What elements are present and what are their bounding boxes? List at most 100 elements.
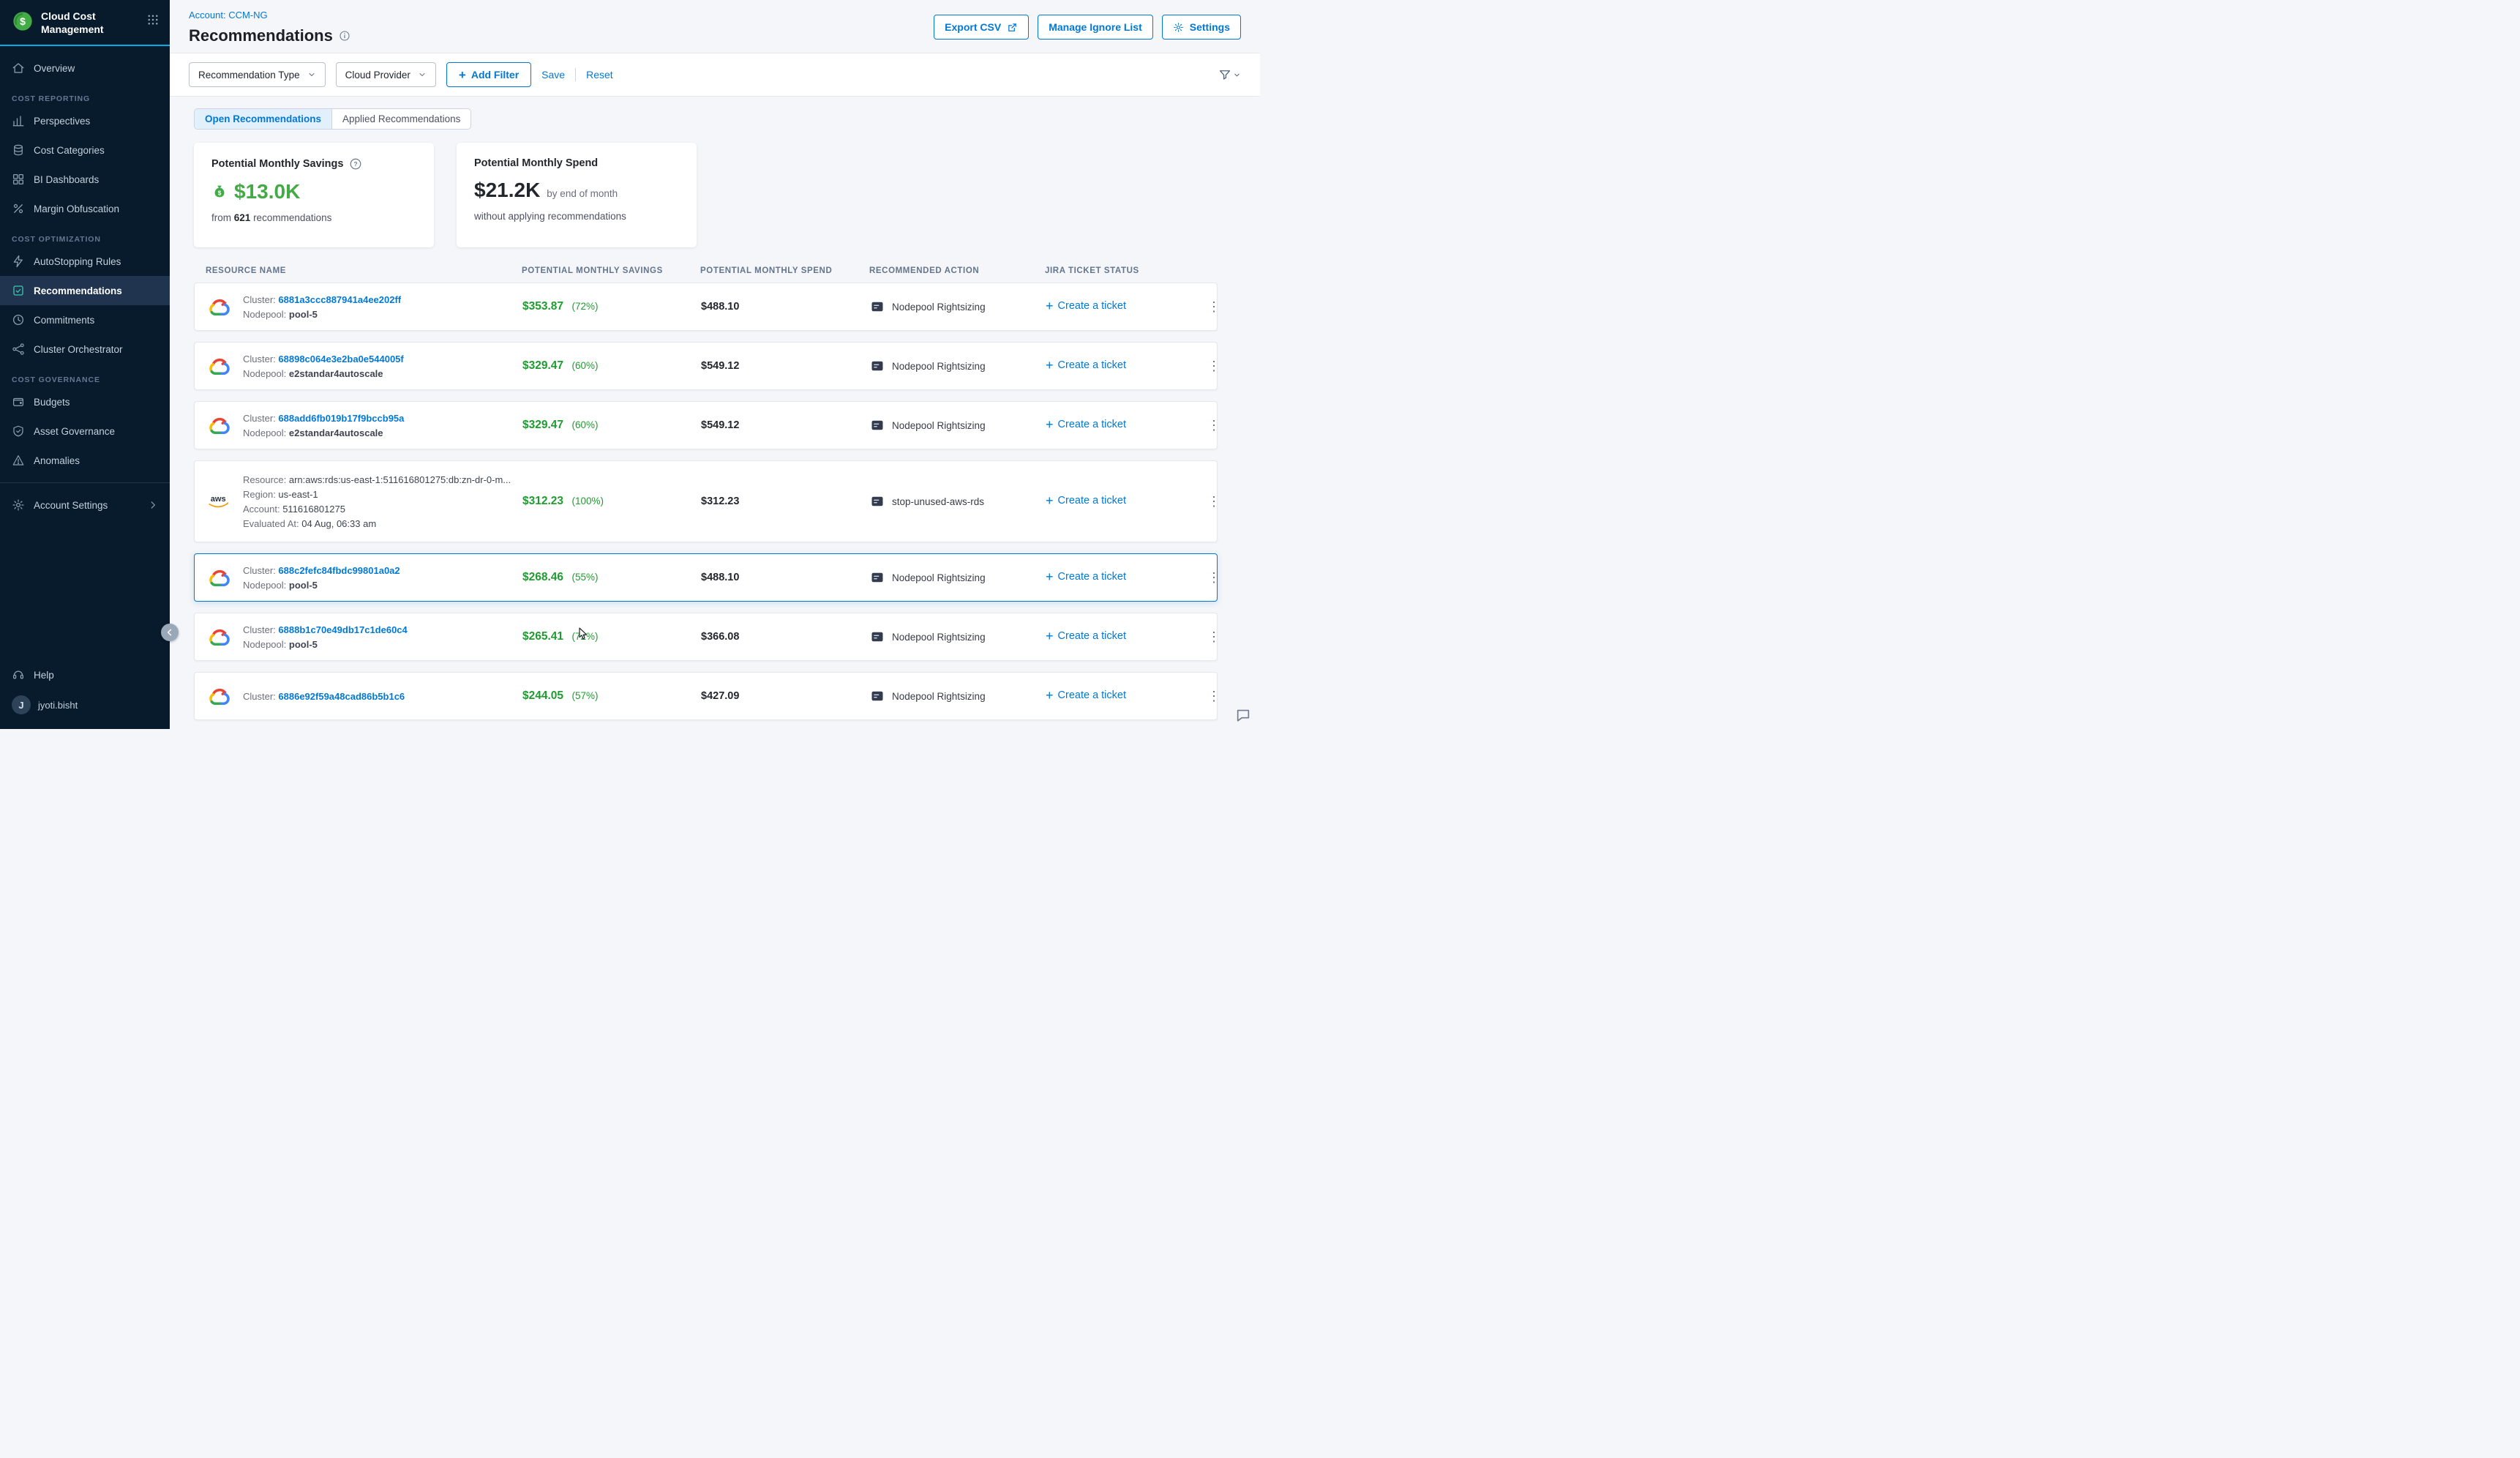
sidebar-item-label: Perspectives bbox=[34, 116, 90, 127]
jira-cell: + Create a ticket bbox=[1046, 494, 1198, 509]
sidebar-item-label: Help bbox=[34, 670, 54, 681]
create-ticket-link[interactable]: + Create a ticket bbox=[1046, 689, 1126, 702]
sidebar-item-budgets[interactable]: Budgets bbox=[0, 387, 170, 416]
tab-applied-recommendations[interactable]: Applied Recommendations bbox=[332, 109, 470, 129]
action-label: stop-unused-aws-rds bbox=[892, 496, 984, 507]
sidebar-collapse-button[interactable] bbox=[161, 624, 179, 641]
chat-icon[interactable] bbox=[1235, 707, 1251, 723]
sidebar-item-label: Asset Governance bbox=[34, 426, 115, 437]
resource-cell: aws Resource: arn:aws:rds:us-east-1:5116… bbox=[206, 474, 522, 529]
resource-lines: Cluster: 688add6fb019b17f9bccb95aNodepoo… bbox=[243, 413, 404, 438]
sidebar-item-cost-categories[interactable]: Cost Categories bbox=[0, 135, 170, 165]
chevron-down-icon bbox=[307, 70, 316, 79]
table-row[interactable]: Cluster: 68898c064e3e2ba0e544005fNodepoo… bbox=[194, 342, 1218, 390]
create-ticket-link[interactable]: + Create a ticket bbox=[1046, 629, 1126, 643]
potential-monthly-spend-card: Potential Monthly Spend $21.2K by end of… bbox=[457, 143, 697, 247]
row-menu-button[interactable]: ⋮ bbox=[1198, 359, 1230, 374]
sidebar-item-perspectives[interactable]: Perspectives bbox=[0, 106, 170, 135]
add-filter-button[interactable]: + Add Filter bbox=[446, 62, 531, 87]
tab-open-recommendations[interactable]: Open Recommendations bbox=[195, 109, 332, 129]
savings-cell: $265.41 (72%) bbox=[522, 630, 701, 643]
savings-percent: (60%) bbox=[571, 360, 598, 371]
table-row[interactable]: Cluster: 6888b1c70e49db17c1de60c4Nodepoo… bbox=[194, 613, 1218, 661]
action-label: Nodepool Rightsizing bbox=[892, 691, 986, 702]
spend-value: $488.10 bbox=[701, 572, 870, 583]
reset-filter-button[interactable]: Reset bbox=[586, 69, 613, 81]
row-menu-button[interactable]: ⋮ bbox=[1198, 689, 1230, 704]
resource-id-link[interactable]: 6886e92f59a48cad86b5b1c6 bbox=[278, 691, 405, 702]
create-ticket-link[interactable]: + Create a ticket bbox=[1046, 570, 1126, 583]
jira-cell: + Create a ticket bbox=[1046, 689, 1198, 703]
manage-ignore-list-button[interactable]: Manage Ignore List bbox=[1038, 15, 1153, 40]
resource-id-link[interactable]: 6881a3ccc887941a4ee202ff bbox=[278, 294, 401, 305]
savings-percent: (72%) bbox=[571, 301, 598, 312]
table-row[interactable]: Cluster: 688c2fefc84fbdc99801a0a2Nodepoo… bbox=[194, 553, 1218, 602]
sidebar-item-recommendations[interactable]: Recommendations bbox=[0, 276, 170, 305]
sidebar-item-anomalies[interactable]: Anomalies bbox=[0, 446, 170, 475]
export-csv-button[interactable]: Export CSV bbox=[934, 15, 1029, 40]
create-ticket-label: Create a ticket bbox=[1058, 571, 1127, 583]
row-menu-button[interactable]: ⋮ bbox=[1198, 570, 1230, 586]
table-row[interactable]: Cluster: 6886e92f59a48cad86b5b1c6 $244.0… bbox=[194, 672, 1218, 720]
savings-value: $329.47 bbox=[522, 359, 563, 372]
create-ticket-link[interactable]: + Create a ticket bbox=[1046, 418, 1126, 431]
table-row[interactable]: Cluster: 688add6fb019b17f9bccb95aNodepoo… bbox=[194, 401, 1218, 449]
savings-value: $13.0K bbox=[234, 180, 300, 203]
sidebar-item-commitments[interactable]: Commitments bbox=[0, 305, 170, 334]
savings-percent: (55%) bbox=[571, 572, 598, 583]
resource-id-link[interactable]: 688add6fb019b17f9bccb95a bbox=[278, 413, 404, 424]
sidebar-item-asset-governance[interactable]: Asset Governance bbox=[0, 416, 170, 446]
settings-button[interactable]: Settings bbox=[1162, 15, 1241, 40]
chevron-down-icon bbox=[1233, 71, 1241, 79]
svg-text:$: $ bbox=[20, 15, 26, 27]
filter-bar: Recommendation Type Cloud Provider + Add… bbox=[170, 53, 1260, 97]
row-menu-button[interactable]: ⋮ bbox=[1198, 418, 1230, 433]
money-bag-icon: $ bbox=[211, 184, 228, 200]
table-header: RESOURCE NAMEPOTENTIAL MONTHLY SAVINGSPO… bbox=[194, 266, 1218, 275]
sidebar-item-overview[interactable]: Overview bbox=[0, 53, 170, 83]
row-menu-button[interactable]: ⋮ bbox=[1198, 494, 1230, 509]
info-icon[interactable] bbox=[339, 30, 350, 42]
create-ticket-link[interactable]: + Create a ticket bbox=[1046, 494, 1126, 507]
savings-value: $329.47 bbox=[522, 419, 563, 431]
sidebar-item-autostopping-rules[interactable]: AutoStopping Rules bbox=[0, 247, 170, 276]
sidebar-item-bi-dashboards[interactable]: BI Dashboards bbox=[0, 165, 170, 194]
spend-value: $427.09 bbox=[701, 690, 870, 702]
sidebar-item-help[interactable]: Help bbox=[0, 660, 170, 689]
resource-id-link[interactable]: 6888b1c70e49db17c1de60c4 bbox=[278, 624, 407, 635]
save-filter-button[interactable]: Save bbox=[541, 69, 565, 81]
create-ticket-link[interactable]: + Create a ticket bbox=[1046, 299, 1126, 313]
gcp-icon bbox=[206, 687, 233, 706]
create-ticket-link[interactable]: + Create a ticket bbox=[1046, 359, 1126, 372]
apps-grid-icon[interactable] bbox=[146, 13, 160, 26]
row-menu-button[interactable]: ⋮ bbox=[1198, 299, 1230, 315]
spend-value: $366.08 bbox=[701, 631, 870, 643]
cloud-provider-dropdown[interactable]: Cloud Provider bbox=[336, 62, 436, 87]
recommendation-type-dropdown[interactable]: Recommendation Type bbox=[189, 62, 326, 87]
resource-id-link[interactable]: 688c2fefc84fbdc99801a0a2 bbox=[278, 565, 400, 576]
sidebar-item-label: Margin Obfuscation bbox=[34, 203, 119, 214]
action-label: Nodepool Rightsizing bbox=[892, 361, 986, 372]
action-icon bbox=[870, 418, 885, 433]
table-row[interactable]: Cluster: 6881a3ccc887941a4ee202ffNodepoo… bbox=[194, 283, 1218, 331]
filter-panel-toggle[interactable] bbox=[1218, 68, 1241, 81]
sidebar-item-account-settings[interactable]: Account Settings bbox=[0, 490, 170, 520]
column-header: JIRA TICKET STATUS bbox=[1045, 266, 1197, 275]
resource-id-link[interactable]: 68898c064e3e2ba0e544005f bbox=[278, 354, 403, 364]
chevron-left-icon bbox=[165, 627, 175, 638]
action-label: Nodepool Rightsizing bbox=[892, 572, 986, 583]
savings-cell: $244.05 (57%) bbox=[522, 689, 701, 703]
sidebar-item-cluster-orchestrator[interactable]: Cluster Orchestrator bbox=[0, 334, 170, 364]
row-menu-button[interactable]: ⋮ bbox=[1198, 629, 1230, 645]
spend-value: $21.2K bbox=[474, 179, 540, 202]
sidebar-item-margin-obfuscation[interactable]: Margin Obfuscation bbox=[0, 194, 170, 223]
account-breadcrumb[interactable]: Account: CCM-NG bbox=[189, 10, 268, 20]
question-circle-icon[interactable]: ? bbox=[349, 157, 362, 171]
sidebar-item-label: BI Dashboards bbox=[34, 174, 99, 185]
user-menu[interactable]: J jyoti.bisht bbox=[0, 689, 170, 720]
table-row[interactable]: aws Resource: arn:aws:rds:us-east-1:5116… bbox=[194, 460, 1218, 542]
wallet-icon bbox=[12, 395, 25, 408]
resource-line: Nodepool: pool-5 bbox=[243, 309, 401, 320]
action-cell: Nodepool Rightsizing bbox=[870, 570, 1046, 585]
jira-cell: + Create a ticket bbox=[1046, 418, 1198, 433]
